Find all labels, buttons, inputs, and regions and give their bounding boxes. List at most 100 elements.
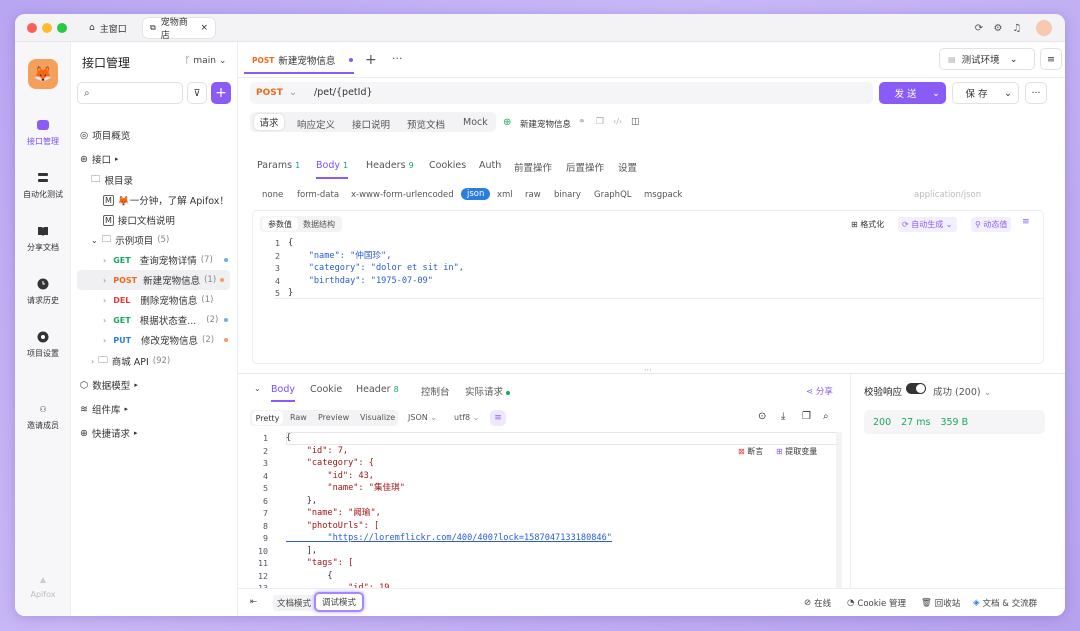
close-window-button[interactable] <box>27 23 37 33</box>
sidebar-item-quick-request[interactable]: ⊕ 快捷请求 ▸ <box>80 423 138 443</box>
mode-tab-response-def[interactable]: 响应定义 <box>297 117 335 131</box>
api-item[interactable]: › PUT 修改宠物信息 (2) <box>103 330 228 350</box>
mode-tab-mock[interactable]: Mock <box>463 117 488 128</box>
body-type-json[interactable]: json <box>461 188 491 200</box>
encoding-select[interactable]: utf8 ⌄ <box>454 413 479 422</box>
mode-tab-request[interactable]: 请求 <box>254 114 284 130</box>
filter-button[interactable]: ⊽ <box>187 82 207 104</box>
more-button[interactable]: ··· <box>1025 82 1047 104</box>
sidebar-item-root-dir[interactable]: 🗀 根目录 <box>91 170 133 190</box>
branch-selector[interactable]: ᚴ main ⌄ <box>185 56 226 66</box>
wrap-button[interactable]: ≡ <box>490 410 506 426</box>
sidebar-item-doc-intro[interactable]: M 🦊一分钟，了解 Apifox！ <box>103 190 229 210</box>
format-select[interactable]: JSON ⌄ <box>408 413 437 422</box>
url-input[interactable]: /pet/{petId} <box>314 87 373 98</box>
view-mode-raw[interactable]: Raw <box>290 413 307 422</box>
body-type-xml[interactable]: xml <box>497 190 513 200</box>
rail-item-share-docs[interactable]: 分享文档 <box>15 224 71 253</box>
debug-mode-button[interactable]: 调试模式 <box>314 592 365 612</box>
api-item[interactable]: › GET 根据状态查... (2) <box>103 310 228 330</box>
dynamic-value-button[interactable]: ⚲ 动态值 <box>971 217 1012 232</box>
body-type-urlencoded[interactable]: x-www-form-urlencoded <box>351 190 454 200</box>
tab-pet-store[interactable]: ⧉ 宠物商店 × <box>143 18 215 41</box>
doc-tab-active[interactable]: POST 新建宠物信息 <box>244 48 354 74</box>
body-type-none[interactable]: none <box>262 190 283 200</box>
body-type-binary[interactable]: binary <box>554 190 581 200</box>
param-tab-headers[interactable]: Headers 9 <box>366 160 414 171</box>
bell-icon[interactable]: ♫ <box>1010 21 1024 35</box>
param-tab-pre[interactable]: 前置操作 <box>514 160 552 174</box>
save-button[interactable]: 保 存 ⌄ <box>952 82 1019 104</box>
avatar[interactable] <box>1036 20 1052 36</box>
api-item[interactable]: › GET 查询宠物详情 (7) <box>103 250 228 270</box>
body-type-raw[interactable]: raw <box>525 190 541 200</box>
response-tab-body[interactable]: Body <box>271 384 295 402</box>
response-tab-cookie[interactable]: Cookie <box>310 384 342 395</box>
param-tab-post[interactable]: 后置操作 <box>566 160 604 174</box>
api-item-selected[interactable]: › POST 新建宠物信息 (1) <box>77 270 230 290</box>
doc-mode-button[interactable]: 文档模式 <box>273 595 316 611</box>
response-tab-actual[interactable]: 实际请求 <box>465 384 511 398</box>
upload-icon[interactable]: ⊙ <box>758 411 766 422</box>
online-status[interactable]: ⊘ 在线 <box>804 597 831 609</box>
minimize-window-button[interactable] <box>42 23 52 33</box>
method-select[interactable]: POST ⌄ <box>256 87 297 98</box>
mode-tab-api-desc[interactable]: 接口说明 <box>352 117 390 131</box>
copy-icon[interactable]: ❐ <box>802 411 811 422</box>
editor-tab-values[interactable]: 参数值 <box>262 217 298 231</box>
link-icon[interactable]: ⚭ <box>578 117 586 127</box>
editor-tab-schema[interactable]: 数据结构 <box>303 219 335 230</box>
param-tab-settings[interactable]: 设置 <box>618 160 637 174</box>
search-input[interactable]: ⌕ <box>77 82 183 104</box>
download-icon[interactable]: ⤓ <box>781 411 785 422</box>
scrollbar[interactable] <box>836 432 842 588</box>
sidebar-item-doc-guide[interactable]: M 接口文档说明 <box>103 210 175 230</box>
view-mode-preview[interactable]: Preview <box>318 413 349 422</box>
drag-handle-icon[interactable]: ··· <box>644 366 652 375</box>
rail-item-settings[interactable]: 项目设置 <box>15 330 71 359</box>
send-button[interactable]: 发 送 ⌄ <box>879 82 946 104</box>
param-tab-auth[interactable]: Auth <box>479 160 501 171</box>
env-selector[interactable]: ▤ 测试环境 ⌄ <box>939 48 1035 70</box>
mode-tab-preview[interactable]: 预览文档 <box>407 117 445 131</box>
maximize-window-button[interactable] <box>57 23 67 33</box>
share-button[interactable]: ⋖ 分享 <box>806 385 833 397</box>
rail-item-automation[interactable]: 自动化测试 <box>15 171 71 200</box>
sidebar-item-mall[interactable]: › 🗀 商城 API (92) <box>91 351 170 371</box>
chevron-down-icon[interactable]: ⌄ <box>254 384 261 393</box>
refresh-icon[interactable]: ⟳ <box>972 21 986 35</box>
sidebar-item-example[interactable]: ⌄ 🗀 示例项目 (5) <box>91 230 169 250</box>
close-icon[interactable]: × <box>200 23 208 33</box>
panel-icon[interactable]: ◫ <box>631 117 640 127</box>
rail-item-history[interactable]: 请求历史 <box>15 277 71 306</box>
param-tab-params[interactable]: Params 1 <box>257 160 300 171</box>
rail-item-invite[interactable]: ⚇ 邀请成员 <box>15 402 71 431</box>
body-type-form-data[interactable]: form-data <box>297 190 339 200</box>
result-select[interactable]: 成功 (200) ⌄ <box>933 384 992 398</box>
body-type-graphql[interactable]: GraphQL <box>594 190 632 200</box>
view-mode-visualize[interactable]: Visualize <box>360 413 395 422</box>
menu-button[interactable]: ≡ <box>1040 48 1062 70</box>
sidebar-item-components[interactable]: ≋ 组件库 ▸ <box>80 399 128 419</box>
copy-icon[interactable]: ❐ <box>596 117 604 127</box>
validate-toggle[interactable] <box>906 383 926 394</box>
cookie-manager[interactable]: ◔ Cookie 管理 <box>847 597 906 609</box>
response-tab-header[interactable]: Header 8 <box>356 384 399 395</box>
api-item[interactable]: › DEL 删除宠物信息 (1) <box>103 290 213 310</box>
tab-home[interactable]: ⌂ 主窗口 <box>82 18 134 38</box>
project-logo[interactable]: 🦊 <box>28 59 58 89</box>
sidebar-item-api-root[interactable]: ⊛ 接口 ▸ <box>80 149 119 169</box>
format-button[interactable]: ⊞ 格式化 <box>851 219 884 230</box>
param-tab-cookies[interactable]: Cookies <box>429 160 466 171</box>
trash-button[interactable]: 🗑 回收站 <box>921 597 960 609</box>
param-tab-body[interactable]: Body 1 <box>316 160 349 179</box>
docs-community[interactable]: ◈ 文档 & 交流群 <box>973 597 1037 609</box>
add-button[interactable]: + <box>211 82 231 104</box>
body-type-msgpack[interactable]: msgpack <box>644 190 682 200</box>
sidebar-item-overview[interactable]: ◎ 项目概览 <box>80 125 130 145</box>
rail-item-api[interactable]: 接口管理 <box>15 118 71 147</box>
more-icon[interactable]: ··· <box>392 52 403 65</box>
view-mode-pretty[interactable]: Pretty <box>252 411 283 425</box>
wrap-icon[interactable]: ≡ <box>1022 217 1030 227</box>
response-tab-console[interactable]: 控制台 <box>421 384 450 398</box>
